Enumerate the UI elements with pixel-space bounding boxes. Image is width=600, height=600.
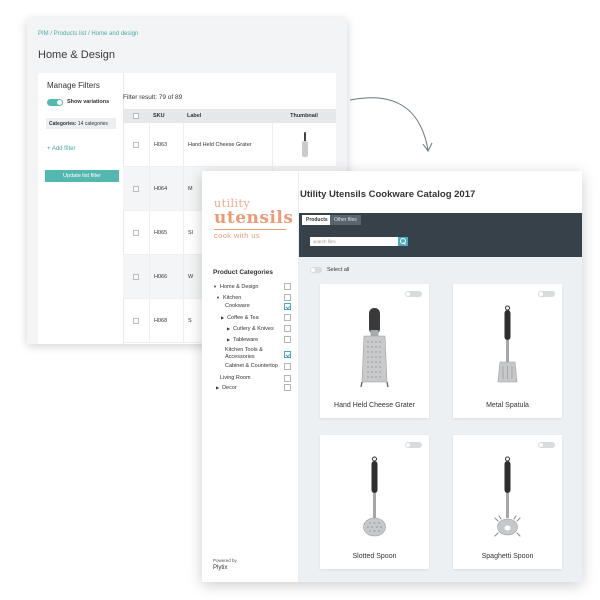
caret-down-icon[interactable]: ▼ bbox=[216, 295, 220, 300]
category-coffee-tea[interactable]: ▶ Coffee & Tea bbox=[221, 314, 259, 322]
add-filter-link[interactable]: + Add filter bbox=[47, 146, 76, 152]
catalog-toolbar: Products Other files search files bbox=[299, 213, 582, 257]
column-thumbnail[interactable]: Thumbnail bbox=[272, 109, 336, 123]
caret-right-icon[interactable]: ▶ bbox=[227, 326, 230, 331]
row-checkbox[interactable] bbox=[133, 229, 139, 236]
caret-right-icon[interactable]: ▶ bbox=[216, 385, 219, 390]
select-all-checkbox[interactable] bbox=[133, 113, 139, 119]
category-kitchen[interactable]: ▼ Kitchen bbox=[216, 294, 241, 302]
powered-by-label: Powered by bbox=[213, 558, 237, 563]
product-name: Spaghetti Spoon bbox=[481, 553, 534, 560]
tab-other-files[interactable]: Other files bbox=[330, 215, 361, 225]
tab-products[interactable]: Products bbox=[302, 215, 332, 225]
row-sku: H063 bbox=[149, 123, 183, 166]
category-label: Cookware bbox=[225, 303, 250, 309]
category-label: Decor bbox=[222, 385, 237, 391]
category-label: Kitchen bbox=[222, 295, 242, 301]
product-card[interactable]: Metal Spatula bbox=[453, 284, 562, 418]
category-living-room[interactable]: Living Room bbox=[220, 375, 251, 382]
category-checkbox-checked[interactable] bbox=[284, 351, 291, 358]
category-checkbox[interactable] bbox=[284, 336, 291, 343]
row-checkbox[interactable] bbox=[133, 185, 139, 192]
product-grid: Select all Hand Held Cheese Grater Metal… bbox=[299, 257, 582, 582]
product-categories-heading: Product Categories bbox=[213, 269, 273, 276]
categories-label: Categories: bbox=[49, 121, 77, 127]
row-checkbox[interactable] bbox=[133, 317, 139, 324]
product-select-toggle[interactable] bbox=[405, 291, 422, 297]
slotted-spoon-icon bbox=[363, 456, 386, 537]
category-label: Living Room bbox=[220, 375, 251, 381]
category-checkbox[interactable] bbox=[284, 314, 291, 321]
category-checkbox[interactable] bbox=[284, 363, 291, 370]
category-home-design[interactable]: ▼ Home & Design bbox=[213, 283, 259, 291]
category-label: Cabinet & Countertop bbox=[225, 363, 278, 369]
product-card[interactable]: Slotted Spoon bbox=[320, 435, 429, 569]
categories-value: 14 categories bbox=[77, 121, 108, 127]
category-label: Kitchen Tools & Accessories bbox=[225, 347, 263, 360]
curved-arrow-icon bbox=[349, 97, 433, 152]
product-name: Slotted Spoon bbox=[352, 553, 397, 560]
categories-filter[interactable]: Categories: 14 categories bbox=[46, 118, 116, 129]
page-title: Home & Design bbox=[38, 49, 116, 61]
catalog-title: Utility Utensils Cookware Catalog 2017 bbox=[300, 189, 476, 200]
grater-icon bbox=[360, 308, 389, 388]
category-kitchen-tools[interactable]: Kitchen Tools & Accessories bbox=[225, 347, 277, 361]
product-name: Hand Held Cheese Grater bbox=[334, 402, 415, 409]
spaghetti-spoon-icon bbox=[494, 456, 521, 537]
column-sku[interactable]: SKU bbox=[149, 109, 183, 123]
category-cookware[interactable]: Cookware bbox=[225, 303, 250, 310]
logo-text-main: utensils bbox=[214, 208, 294, 228]
logo-tagline: cook with us bbox=[214, 231, 261, 240]
caret-right-icon[interactable]: ▶ bbox=[227, 337, 230, 342]
spatula-icon bbox=[497, 305, 518, 383]
select-all-label: Select all bbox=[327, 267, 350, 273]
category-label: Coffee & Tea bbox=[227, 315, 259, 321]
logo-rule bbox=[214, 229, 286, 230]
update-list-filter-button[interactable]: Update list filter bbox=[45, 170, 119, 182]
grater-thumbnail-icon bbox=[301, 131, 308, 158]
product-name: Metal Spatula bbox=[486, 402, 529, 409]
select-all-toggle[interactable] bbox=[310, 267, 322, 273]
row-sku: H065 bbox=[149, 211, 183, 254]
category-checkbox[interactable] bbox=[284, 283, 291, 290]
category-label: Cutlery & Knives bbox=[233, 326, 274, 332]
category-label: Home & Design bbox=[219, 284, 259, 290]
caret-right-icon[interactable]: ▶ bbox=[221, 315, 224, 320]
catalog-sidebar: utility utensils cook with us Product Ca… bbox=[202, 171, 299, 582]
plytix-brand[interactable]: Plytix bbox=[213, 565, 227, 571]
show-variations-label: Show variations bbox=[67, 99, 110, 105]
category-label: Tableware bbox=[233, 337, 259, 343]
product-select-toggle[interactable] bbox=[538, 291, 555, 297]
category-checkbox[interactable] bbox=[284, 294, 291, 301]
category-checkbox[interactable] bbox=[284, 375, 291, 382]
product-card[interactable]: Hand Held Cheese Grater bbox=[320, 284, 429, 418]
column-label[interactable]: Label bbox=[183, 109, 272, 123]
category-checkbox-checked[interactable] bbox=[284, 303, 291, 310]
table-row[interactable]: H063 Hand Held Cheese Grater bbox=[123, 123, 336, 167]
product-card[interactable]: Spaghetti Spoon bbox=[453, 435, 562, 569]
category-cabinet-countertop[interactable]: Cabinet & Countertop bbox=[225, 363, 278, 370]
category-cutlery-knives[interactable]: ▶ Cutlery & Knives bbox=[227, 325, 274, 333]
catalog-window: utility utensils cook with us Product Ca… bbox=[202, 171, 582, 582]
category-checkbox[interactable] bbox=[284, 384, 291, 391]
category-checkbox[interactable] bbox=[284, 325, 291, 332]
row-label: Hand Held Cheese Grater bbox=[183, 123, 272, 166]
manage-filters-heading: Manage Filters bbox=[47, 81, 100, 90]
category-tableware[interactable]: ▶ Tableware bbox=[227, 336, 258, 344]
row-sku: H068 bbox=[149, 299, 183, 342]
category-decor[interactable]: ▶ Decor bbox=[216, 384, 237, 392]
table-header: SKU Label Thumbnail bbox=[123, 109, 336, 123]
product-select-toggle[interactable] bbox=[538, 442, 555, 448]
row-sku: H066 bbox=[149, 255, 183, 298]
show-variations-toggle[interactable] bbox=[47, 99, 63, 106]
row-checkbox[interactable] bbox=[133, 273, 139, 280]
breadcrumb[interactable]: PIM / Products list / Home and design bbox=[38, 31, 138, 37]
filter-result: Filter result: 79 of 89 bbox=[123, 94, 183, 101]
product-select-toggle[interactable] bbox=[405, 442, 422, 448]
search-input[interactable]: search files bbox=[310, 237, 398, 246]
row-checkbox[interactable] bbox=[133, 141, 139, 148]
caret-down-icon[interactable]: ▼ bbox=[213, 284, 217, 289]
row-sku: H064 bbox=[149, 167, 183, 210]
search-icon[interactable] bbox=[398, 237, 408, 246]
